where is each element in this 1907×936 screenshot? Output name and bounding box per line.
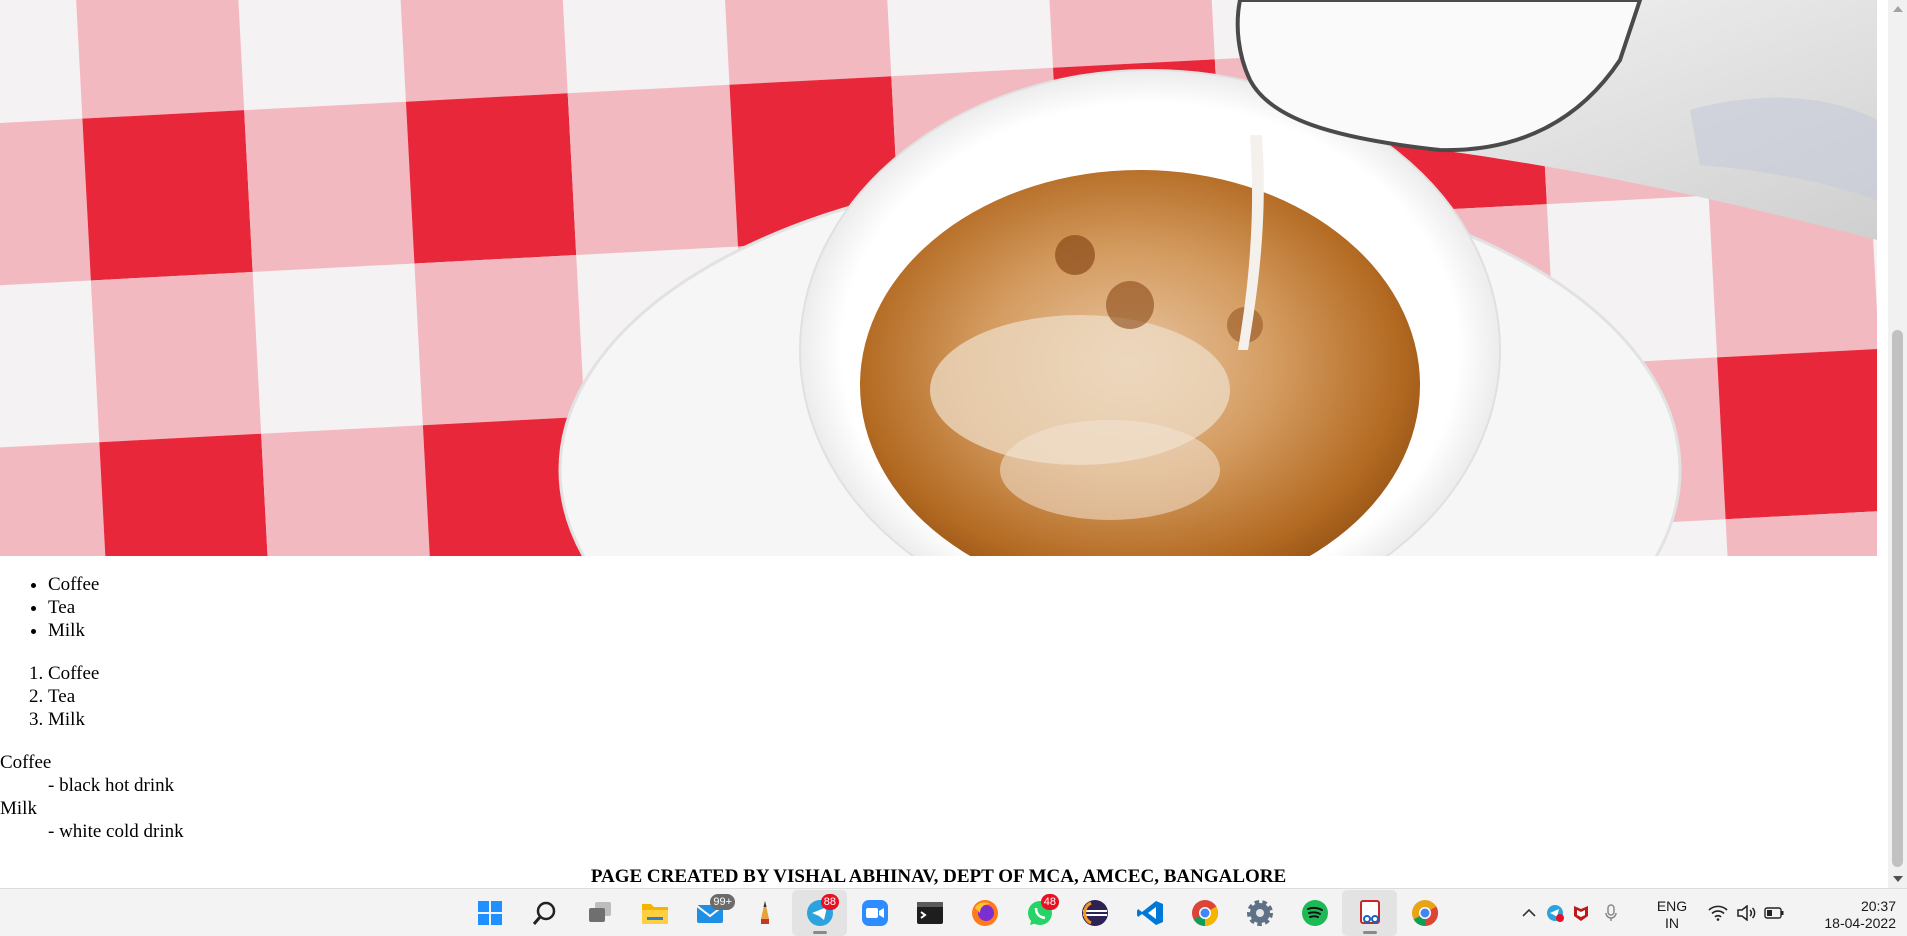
vscode-icon (1136, 899, 1164, 927)
language-label: ENG (1656, 898, 1688, 914)
microphone-icon[interactable] (1594, 889, 1628, 936)
page-footer: PAGE CREATED BY VISHAL ABHINAV, DEPT OF … (590, 866, 1287, 887)
system-tray (1516, 889, 1628, 936)
task-view-icon (586, 899, 614, 927)
taskbar-app-mail[interactable]: 99+ (682, 890, 737, 936)
unordered-list: Coffee Tea Milk (48, 573, 1877, 642)
region-label: IN (1665, 915, 1679, 931)
taskbar-app-snipping-tool[interactable] (1342, 890, 1397, 936)
page-content: Coffee Tea Milk Coffee Tea Milk Coffee -… (0, 573, 1877, 843)
taskbar-app-chrome-canary[interactable] (1397, 890, 1452, 936)
list-item: Tea (48, 685, 1877, 708)
mcafee-shield-icon[interactable] (1568, 889, 1594, 936)
zoom-icon (861, 899, 889, 927)
windows-taskbar: 99+ 88 48 ENG IN 20:37 18-04-2022 (0, 888, 1907, 936)
settings-icon (1246, 899, 1274, 927)
taskbar-app-telegram[interactable]: 88 (792, 890, 847, 936)
list-item: Milk (48, 619, 1877, 642)
definition-description: - black hot drink (48, 775, 175, 796)
scroll-down-arrow-icon[interactable] (1893, 876, 1903, 882)
taskbar-app-terminal[interactable] (902, 890, 957, 936)
definition-description: - white cold drink (48, 821, 184, 842)
taskbar-app-file-explorer[interactable] (627, 890, 682, 936)
quick-settings[interactable] (1704, 889, 1788, 936)
definition-term: Milk (0, 798, 37, 819)
list-item: Milk (48, 708, 1877, 731)
taskbar-app-start[interactable] (462, 890, 517, 936)
mail-badge: 99+ (710, 894, 735, 910)
chrome-canary-icon (1411, 899, 1439, 927)
telegram-tray-icon[interactable] (1542, 889, 1568, 936)
taskbar-app-task-view[interactable] (572, 890, 627, 936)
search-icon (531, 899, 559, 927)
wifi-icon (1704, 889, 1732, 936)
clock-date: 18-04-2022 (1824, 915, 1896, 931)
language-indicator[interactable]: ENG IN (1648, 898, 1696, 932)
taskbar-app-search[interactable] (517, 890, 572, 936)
active-indicator (1362, 931, 1377, 934)
volume-icon (1732, 889, 1760, 936)
browser-viewport: Coffee Tea Milk Coffee Tea Milk Coffee -… (0, 0, 1888, 888)
tea-cup-image (0, 0, 1877, 556)
taskbar-app-whatsapp[interactable]: 48 (1012, 890, 1067, 936)
windows-start-icon (476, 899, 504, 927)
list-item: Tea (48, 596, 1877, 619)
clock[interactable]: 20:37 18-04-2022 (1796, 898, 1896, 932)
list-item: Coffee (48, 573, 1877, 596)
taskbar-app-vscode[interactable] (1122, 890, 1177, 936)
taskbar-app-spotify[interactable] (1287, 890, 1342, 936)
whatsapp-badge: 48 (1040, 894, 1059, 910)
file-explorer-icon (641, 899, 669, 927)
active-indicator (812, 931, 827, 934)
taskbar-apps: 99+ 88 48 (462, 889, 1452, 936)
spotify-icon (1301, 899, 1329, 927)
pencil-icon (751, 899, 779, 927)
telegram-badge: 88 (820, 894, 839, 910)
taskbar-app-pencil[interactable] (737, 890, 792, 936)
terminal-icon (916, 899, 944, 927)
list-item: Coffee (48, 662, 1877, 685)
firefox-icon (971, 899, 999, 927)
definition-list: Coffee - black hot drink Milk - white co… (0, 751, 1877, 843)
taskbar-app-chrome[interactable] (1177, 890, 1232, 936)
taskbar-app-firefox[interactable] (957, 890, 1012, 936)
snipping-tool-icon (1356, 899, 1384, 927)
vertical-scrollbar[interactable] (1888, 0, 1907, 888)
battery-icon (1760, 889, 1788, 936)
taskbar-app-zoom[interactable] (847, 890, 902, 936)
clock-time: 20:37 (1860, 898, 1896, 914)
ordered-list: Coffee Tea Milk (48, 662, 1877, 731)
chrome-icon (1191, 899, 1219, 927)
show-hidden-icons-chevron-up-icon[interactable] (1516, 889, 1542, 936)
scroll-up-arrow-icon[interactable] (1893, 6, 1903, 12)
scrollbar-thumb[interactable] (1892, 330, 1903, 867)
definition-term: Coffee (0, 752, 52, 773)
taskbar-app-eclipse[interactable] (1067, 890, 1122, 936)
eclipse-icon (1081, 899, 1109, 927)
taskbar-app-settings[interactable] (1232, 890, 1287, 936)
